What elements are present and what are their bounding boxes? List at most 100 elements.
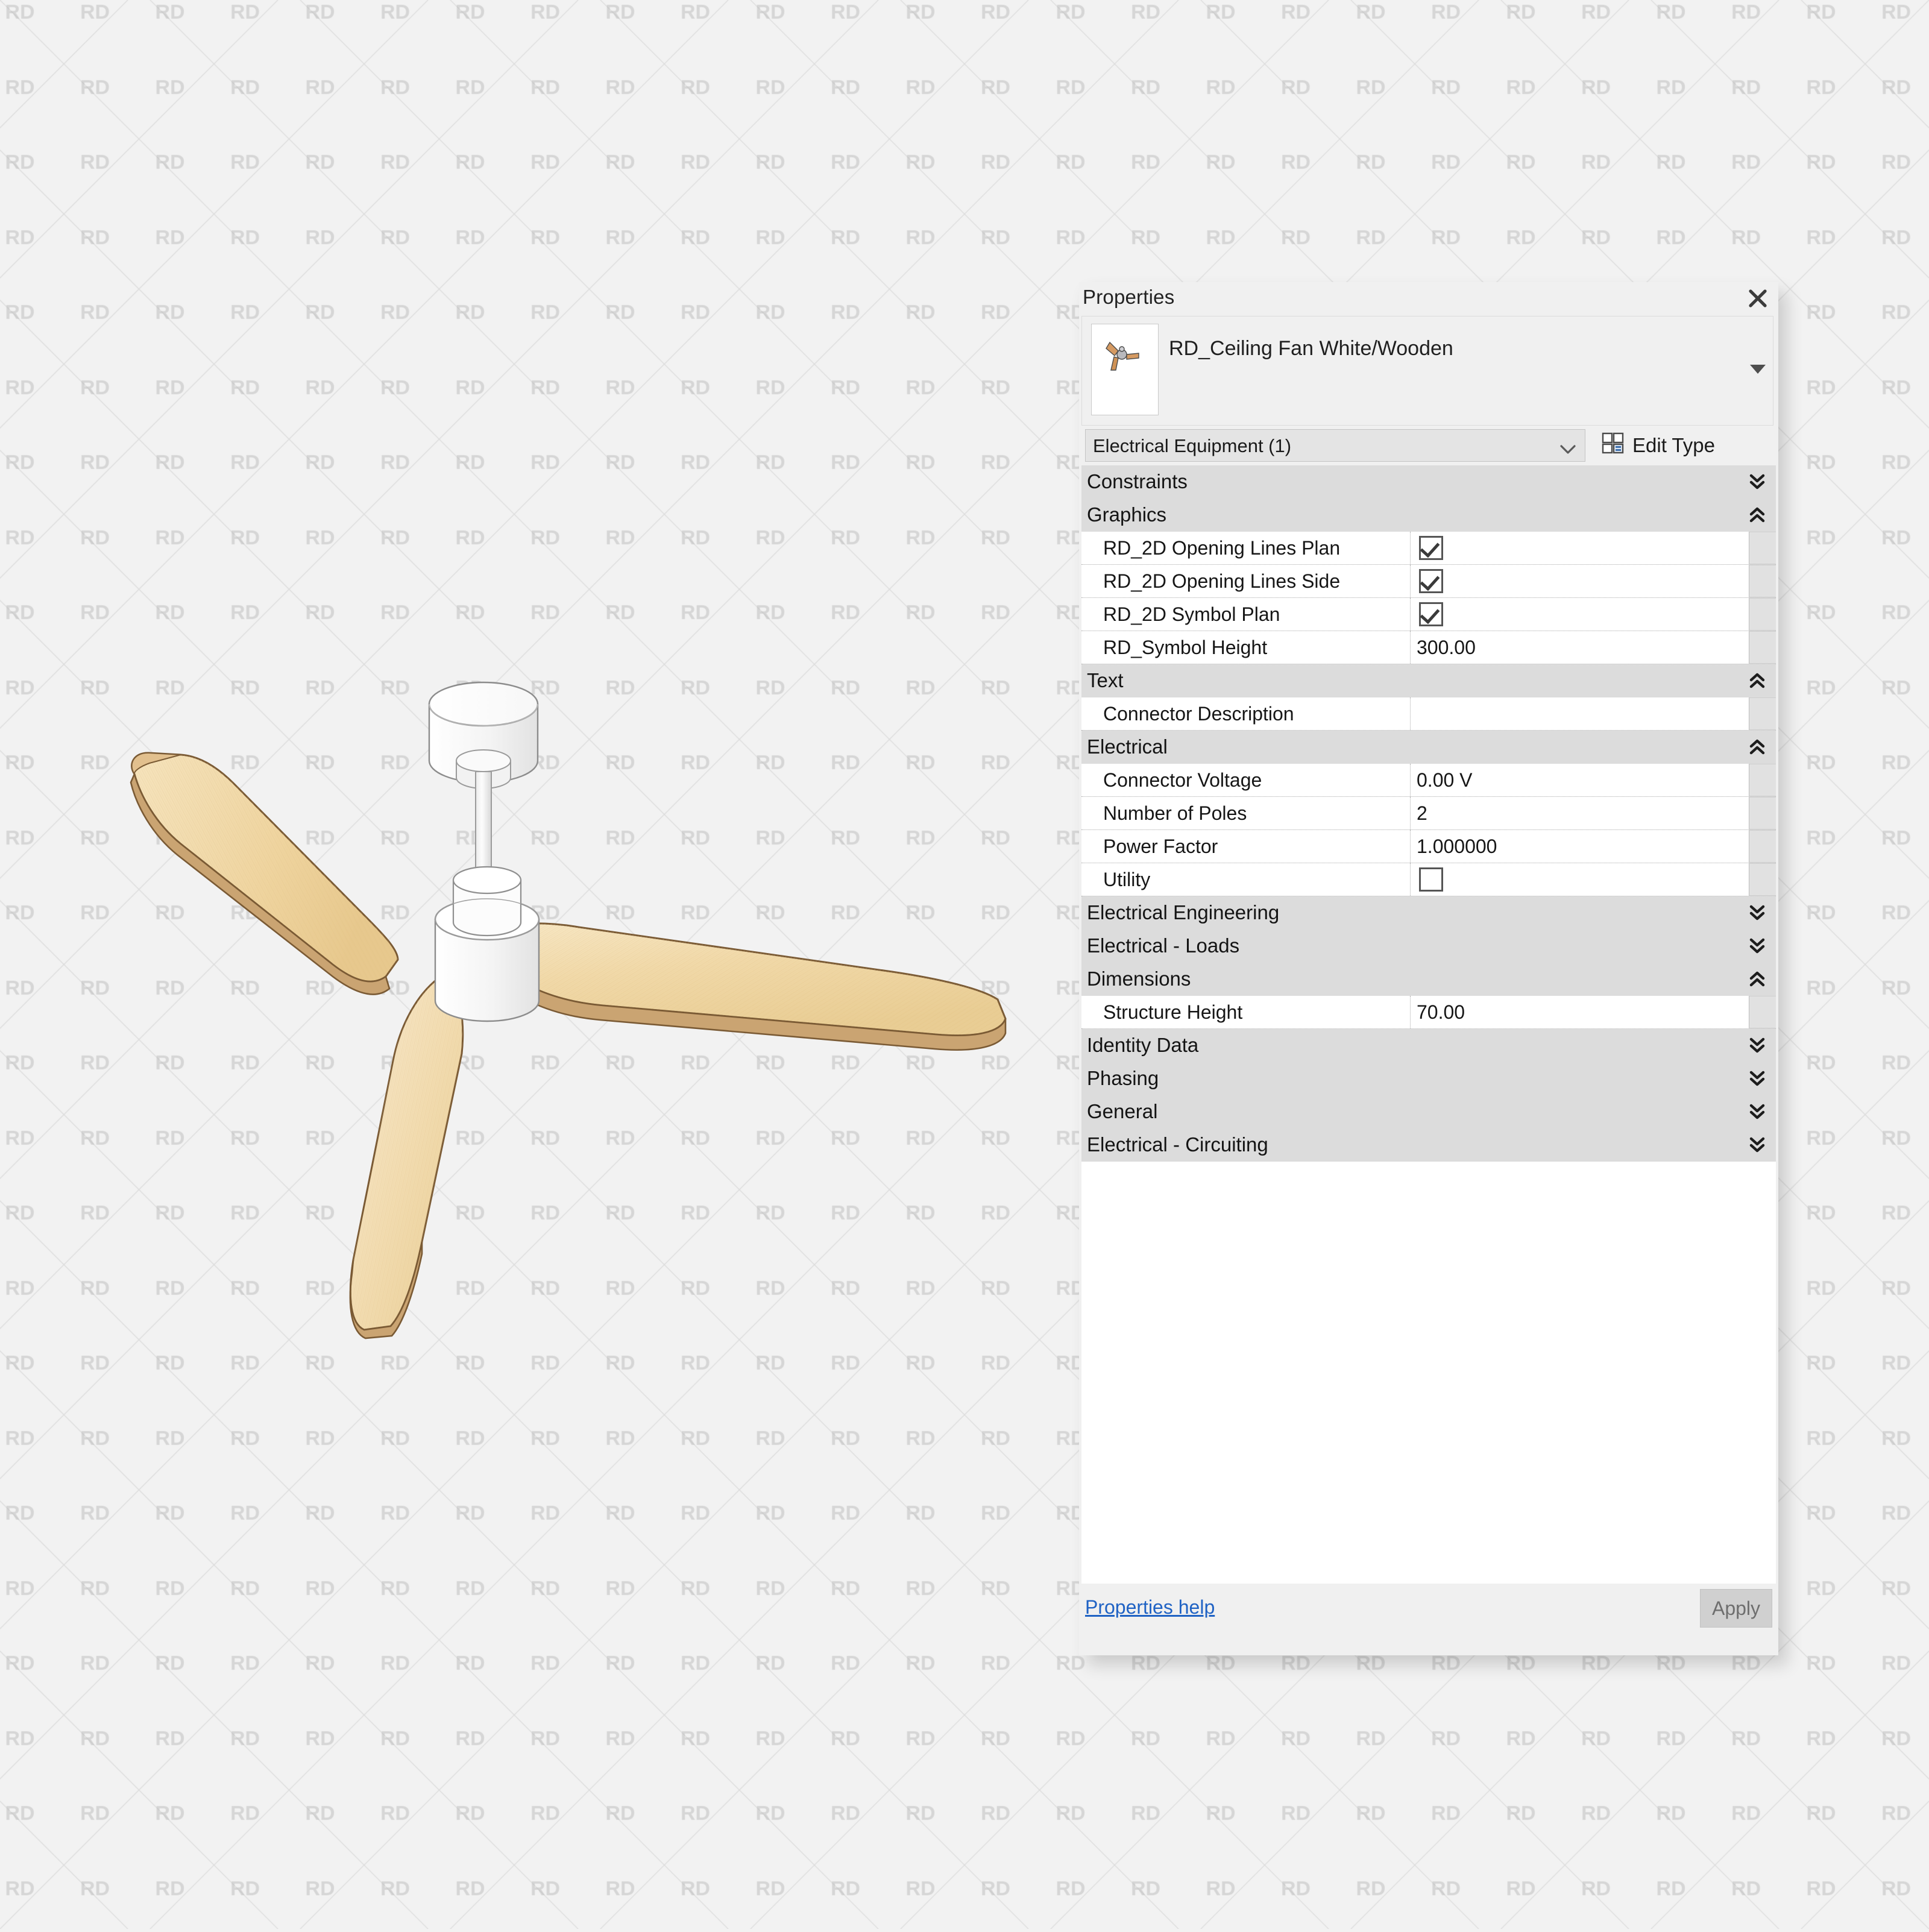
- property-label: Power Factor: [1081, 830, 1411, 863]
- property-value-cell[interactable]: [1411, 598, 1749, 631]
- property-value: 0.00 V: [1417, 769, 1473, 791]
- property-value: 70.00: [1417, 1001, 1465, 1023]
- property-group-header[interactable]: Electrical - Loads: [1081, 930, 1776, 963]
- property-group-header[interactable]: Electrical Engineering: [1081, 896, 1776, 930]
- property-label: RD_2D Symbol Plan: [1081, 598, 1411, 631]
- property-group-label: Electrical - Loads: [1087, 934, 1240, 957]
- property-group-header[interactable]: Identity Data: [1081, 1029, 1776, 1062]
- checkbox-unchecked-icon[interactable]: [1419, 867, 1443, 892]
- property-lock-cell[interactable]: [1749, 598, 1776, 631]
- property-group-label: Identity Data: [1087, 1034, 1199, 1056]
- ceiling-fan-thumbnail: [1106, 341, 1139, 371]
- property-value-cell[interactable]: [1411, 532, 1749, 564]
- property-lock-cell[interactable]: [1749, 996, 1776, 1028]
- family-thumbnail: [1091, 324, 1159, 415]
- property-value: 2: [1417, 802, 1427, 824]
- checkbox-checked-icon[interactable]: [1419, 536, 1443, 560]
- fan-blade-upper-left: [130, 752, 399, 995]
- double-chevron-down-icon[interactable]: [1747, 471, 1767, 492]
- property-lock-cell[interactable]: [1749, 764, 1776, 796]
- type-selector[interactable]: Electrical Equipment (1): [1085, 429, 1585, 462]
- type-selector-value: Electrical Equipment (1): [1093, 435, 1292, 456]
- property-row[interactable]: Utility: [1081, 863, 1776, 896]
- property-value: 300.00: [1417, 636, 1476, 658]
- property-group-label: Phasing: [1087, 1067, 1159, 1089]
- edit-type-label: Edit Type: [1632, 434, 1715, 456]
- double-chevron-down-icon[interactable]: [1747, 1035, 1767, 1056]
- double-chevron-down-icon[interactable]: [1747, 1068, 1767, 1089]
- double-chevron-down-icon[interactable]: [1747, 1101, 1767, 1122]
- grid-empty-area: [1081, 1162, 1776, 1584]
- model-viewport[interactable]: [0, 0, 1085, 1929]
- property-group-label: Text: [1087, 669, 1124, 691]
- fan-motor-housing: [447, 802, 522, 860]
- edit-type-button[interactable]: Edit Type: [1601, 430, 1715, 461]
- property-group-header[interactable]: Phasing: [1081, 1062, 1776, 1095]
- property-row[interactable]: Number of Poles 2: [1081, 797, 1776, 830]
- property-lock-cell[interactable]: [1749, 565, 1776, 597]
- double-chevron-down-icon[interactable]: [1747, 936, 1767, 956]
- checkbox-checked-icon[interactable]: [1419, 602, 1443, 626]
- property-label: Connector Description: [1081, 697, 1411, 730]
- properties-palette[interactable]: Properties RD_Ceiling Fan White/Wooden E…: [1079, 282, 1778, 1655]
- property-grid[interactable]: Constraints Graphics RD_2D Opening Lines P…: [1081, 465, 1776, 1584]
- property-group-label: Electrical: [1087, 735, 1168, 758]
- double-chevron-up-icon[interactable]: [1747, 670, 1767, 691]
- property-lock-cell[interactable]: [1749, 830, 1776, 863]
- property-label: RD_2D Opening Lines Side: [1081, 565, 1411, 597]
- checkbox-checked-icon[interactable]: [1419, 569, 1443, 593]
- palette-titlebar[interactable]: Properties: [1079, 282, 1778, 316]
- type-selector-row[interactable]: Electrical Equipment (1) Edit Type: [1081, 429, 1776, 462]
- property-value-cell[interactable]: 0.00 V: [1411, 764, 1749, 796]
- property-row[interactable]: Structure Height 70.00: [1081, 996, 1776, 1029]
- properties-help-link[interactable]: Properties help: [1085, 1596, 1215, 1619]
- property-label: Utility: [1081, 863, 1411, 896]
- family-header[interactable]: RD_Ceiling Fan White/Wooden: [1081, 316, 1773, 426]
- property-row[interactable]: Connector Description: [1081, 697, 1776, 731]
- property-value-cell[interactable]: 2: [1411, 797, 1749, 829]
- property-group-label: Dimensions: [1087, 968, 1191, 990]
- property-value-cell[interactable]: [1411, 697, 1749, 730]
- double-chevron-down-icon[interactable]: [1747, 902, 1767, 923]
- property-group-label: Electrical Engineering: [1087, 901, 1280, 924]
- property-value-cell[interactable]: 300.00: [1411, 631, 1749, 664]
- property-label: RD_2D Opening Lines Plan: [1081, 532, 1411, 564]
- property-value-cell[interactable]: [1411, 863, 1749, 896]
- double-chevron-down-icon[interactable]: [1747, 1134, 1767, 1155]
- property-group-label: Electrical - Circuiting: [1087, 1133, 1268, 1156]
- property-value: 1.000000: [1417, 835, 1497, 857]
- property-label: RD_Symbol Height: [1081, 631, 1411, 664]
- property-group-header[interactable]: Electrical - Circuiting: [1081, 1128, 1776, 1162]
- double-chevron-up-icon[interactable]: [1747, 737, 1767, 757]
- property-row[interactable]: Power Factor 1.000000: [1081, 830, 1776, 863]
- fan-blade-right: [485, 922, 1007, 1051]
- close-icon[interactable]: [1742, 283, 1773, 313]
- double-chevron-up-icon[interactable]: [1747, 969, 1767, 989]
- property-group-header[interactable]: Text: [1081, 664, 1776, 697]
- property-group-header[interactable]: Graphics: [1081, 499, 1776, 532]
- property-lock-cell[interactable]: [1749, 532, 1776, 564]
- property-row[interactable]: RD_2D Opening Lines Plan: [1081, 532, 1776, 565]
- property-row[interactable]: RD_2D Opening Lines Side: [1081, 565, 1776, 598]
- property-value-cell[interactable]: 1.000000: [1411, 830, 1749, 863]
- caret-down-icon[interactable]: [1749, 360, 1767, 374]
- palette-footer: Properties help Apply: [1079, 1584, 1778, 1655]
- property-lock-cell[interactable]: [1749, 863, 1776, 896]
- property-row[interactable]: Connector Voltage 0.00 V: [1081, 764, 1776, 797]
- property-group-header[interactable]: Electrical: [1081, 731, 1776, 764]
- property-lock-cell[interactable]: [1749, 797, 1776, 829]
- property-lock-cell[interactable]: [1749, 697, 1776, 730]
- family-type-name: RD_Ceiling Fan White/Wooden: [1169, 337, 1453, 360]
- property-value-cell[interactable]: 70.00: [1411, 996, 1749, 1028]
- apply-button[interactable]: Apply: [1700, 1589, 1772, 1628]
- property-row[interactable]: RD_2D Symbol Plan: [1081, 598, 1776, 631]
- property-row[interactable]: RD_Symbol Height 300.00: [1081, 631, 1776, 664]
- property-value-cell[interactable]: [1411, 565, 1749, 597]
- fan-hub: [434, 866, 540, 1022]
- double-chevron-up-icon[interactable]: [1747, 505, 1767, 525]
- property-group-header[interactable]: General: [1081, 1095, 1776, 1128]
- property-lock-cell[interactable]: [1749, 631, 1776, 664]
- property-label: Number of Poles: [1081, 797, 1411, 829]
- property-group-header[interactable]: Constraints: [1081, 465, 1776, 499]
- property-group-header[interactable]: Dimensions: [1081, 963, 1776, 996]
